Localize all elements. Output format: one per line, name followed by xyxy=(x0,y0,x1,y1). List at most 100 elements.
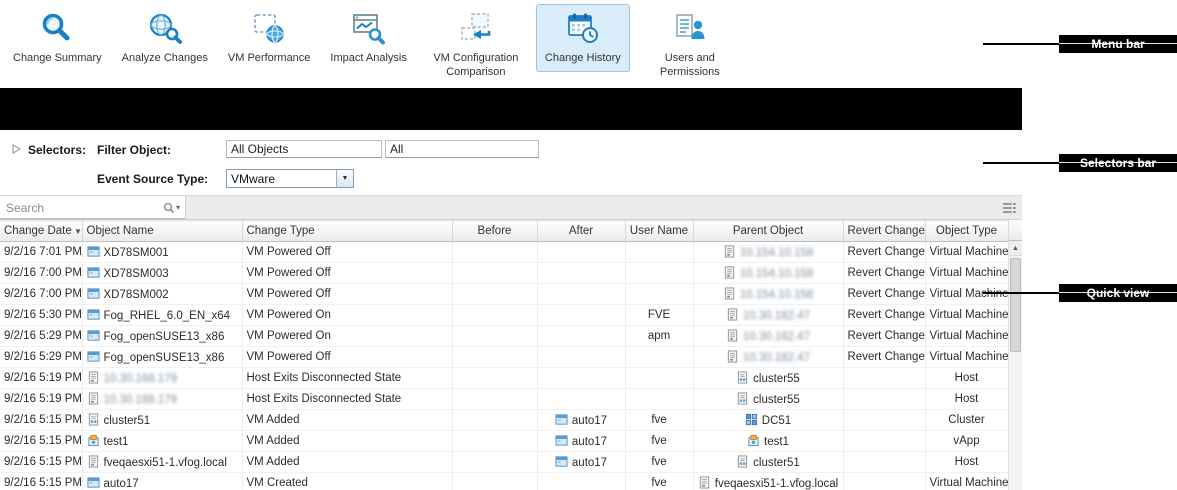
cell-object-type: vApp xyxy=(925,431,1008,452)
table-row[interactable]: 9/2/16 5:29 PMFog_openSUSE13_x86VM Power… xyxy=(0,347,1008,368)
cell-change-date: 9/2/16 7:00 PM xyxy=(0,284,82,305)
table-row[interactable]: 9/2/16 5:15 PMauto17VM Createdfvefveqaes… xyxy=(0,473,1008,490)
annotation-label: Selectors bar xyxy=(1080,156,1156,170)
event-source-type-select[interactable]: VMware ▼ xyxy=(226,169,354,188)
vertical-scrollbar[interactable]: ▲ xyxy=(1008,220,1022,490)
revert-change-link[interactable]: Revert Change xyxy=(848,330,925,342)
table-row[interactable]: 9/2/16 5:29 PMFog_openSUSE13_x86VM Power… xyxy=(0,326,1008,347)
menu-item-change-summary[interactable]: Change Summary xyxy=(4,4,111,72)
revert-change-link[interactable]: Revert Change xyxy=(848,267,925,279)
table-row[interactable]: 9/2/16 5:19 PM10.30.168.179Host Exits Di… xyxy=(0,389,1008,410)
sort-desc-icon: ▼ xyxy=(72,227,82,236)
menu-item-label: VM Configuration Comparison xyxy=(427,52,525,80)
cell-user-name: fve xyxy=(625,452,693,473)
annotation-line-quick-view xyxy=(983,292,1059,294)
column-header-change-date[interactable]: Change Date ▼ xyxy=(0,221,82,242)
table-row[interactable]: 9/2/16 7:01 PMXD78SM001VM Powered Off10.… xyxy=(0,242,1008,263)
cell-object-name: fveqaesxi51-1.vfog.local xyxy=(82,452,242,473)
cell-change-date: 9/2/16 7:00 PM xyxy=(0,263,82,284)
cell-before xyxy=(452,452,537,473)
chevron-down-icon: ▾ xyxy=(176,203,180,212)
menu-item-vm-performance[interactable]: VM Performance xyxy=(219,4,320,72)
table-options-button[interactable] xyxy=(1002,202,1016,214)
cell-parent-object: 10.30.182.47 xyxy=(693,305,843,326)
cell-object-name: auto17 xyxy=(82,473,242,490)
cell-change-type: VM Powered Off xyxy=(242,242,452,263)
revert-change-link[interactable]: Revert Change xyxy=(848,288,925,300)
cell-object-type: Cluster xyxy=(925,410,1008,431)
scrollbar-thumb[interactable] xyxy=(1010,258,1021,352)
revert-change-link[interactable]: Revert Change xyxy=(848,246,925,258)
cell-parent-object: cluster55 xyxy=(693,368,843,389)
cell-object-type: Virtual Machine xyxy=(925,284,1008,305)
filter-object-input[interactable] xyxy=(226,140,382,158)
cell-change-type: VM Powered Off xyxy=(242,263,452,284)
table-row[interactable]: 9/2/16 5:15 PMfveqaesxi51-1.vfog.localVM… xyxy=(0,452,1008,473)
table-row[interactable]: 9/2/16 5:30 PMFog_RHEL_6.0_EN_x64VM Powe… xyxy=(0,305,1008,326)
host-icon xyxy=(723,266,736,279)
column-header-object-type[interactable]: Object Type xyxy=(925,221,1008,242)
column-header-change-type[interactable]: Change Type xyxy=(242,221,452,242)
app-window: Change SummaryAnalyze ChangesVM Performa… xyxy=(0,0,1177,490)
cell-object-type: Host xyxy=(925,452,1008,473)
cell-object-type: Virtual Machine xyxy=(925,473,1008,490)
cell-after: auto17 xyxy=(537,410,625,431)
cell-object-name: test1 xyxy=(82,431,242,452)
table-row[interactable]: 9/2/16 5:15 PMtest1VM Addedauto17fvetest… xyxy=(0,431,1008,452)
cell-parent-object: DC51 xyxy=(693,410,843,431)
cell-before xyxy=(452,368,537,389)
vm-icon xyxy=(87,245,100,258)
redacted-banner xyxy=(0,88,1022,130)
cell-after xyxy=(537,242,625,263)
menu-item-users-and-permissions[interactable]: Users and Permissions xyxy=(632,4,748,86)
filter-scope-input[interactable] xyxy=(385,140,539,158)
annotation-line-selectors-bar xyxy=(983,162,1059,164)
menu-item-change-history[interactable]: Change History xyxy=(536,4,630,72)
cell-revert-change: Revert Change xyxy=(843,347,925,368)
cell-parent-object: test1 xyxy=(693,431,843,452)
column-header-before[interactable]: Before xyxy=(452,221,537,242)
cell-after xyxy=(537,305,625,326)
table-row[interactable]: 9/2/16 7:00 PMXD78SM002VM Powered Off10.… xyxy=(0,284,1008,305)
column-header-object-name[interactable]: Object Name xyxy=(82,221,242,242)
table-row[interactable]: 9/2/16 7:00 PMXD78SM003VM Powered Off10.… xyxy=(0,263,1008,284)
menu-item-label: Impact Analysis xyxy=(330,52,406,66)
selectors-expander[interactable] xyxy=(12,144,21,154)
column-header-parent-object[interactable]: Parent Object xyxy=(693,221,843,242)
cell-user-name xyxy=(625,347,693,368)
table-row[interactable]: 9/2/16 5:15 PMcluster51VM Addedauto17fve… xyxy=(0,410,1008,431)
vapp-icon xyxy=(747,434,760,447)
cell-after xyxy=(537,473,625,490)
filter-object-label: Filter Object: xyxy=(97,143,171,157)
cell-revert-change xyxy=(843,389,925,410)
column-header-revert-change[interactable]: Revert Change xyxy=(843,221,925,242)
search-options-button[interactable]: ▾ xyxy=(163,202,185,214)
menu-item-vm-configuration-comparison[interactable]: VM Configuration Comparison xyxy=(418,4,534,86)
chevron-down-icon: ▼ xyxy=(336,170,353,187)
cell-before xyxy=(452,410,537,431)
column-header-user-name[interactable]: User Name xyxy=(625,221,693,242)
cell-revert-change: Revert Change xyxy=(843,305,925,326)
vm-configuration-comparison-icon xyxy=(458,11,494,48)
vm-icon xyxy=(555,455,568,468)
table-row[interactable]: 9/2/16 5:19 PM10.30.168.179Host Exits Di… xyxy=(0,368,1008,389)
search-icon xyxy=(163,202,175,214)
revert-change-link[interactable]: Revert Change xyxy=(848,351,925,363)
cell-user-name: fve xyxy=(625,431,693,452)
scrollbar-track[interactable]: ▲ xyxy=(1008,241,1022,490)
menu-item-impact-analysis[interactable]: Impact Analysis xyxy=(321,4,415,72)
cell-before xyxy=(452,326,537,347)
annotation-line-menu-bar xyxy=(983,43,1059,45)
search-input[interactable] xyxy=(0,201,163,215)
cell-parent-object: 10.154.10.158 xyxy=(693,263,843,284)
scroll-up-arrow-icon[interactable]: ▲ xyxy=(1009,241,1022,256)
expander-triangle-icon xyxy=(12,144,21,154)
cell-parent-object: 10.30.182.47 xyxy=(693,326,843,347)
cell-user-name: apm xyxy=(625,326,693,347)
menu-item-analyze-changes[interactable]: Analyze Changes xyxy=(113,4,217,72)
list-options-icon xyxy=(1002,202,1016,214)
revert-change-link[interactable]: Revert Change xyxy=(848,309,925,321)
cell-object-type: Host xyxy=(925,368,1008,389)
cell-object-name: 10.30.168.179 xyxy=(82,389,242,410)
column-header-after[interactable]: After xyxy=(537,221,625,242)
